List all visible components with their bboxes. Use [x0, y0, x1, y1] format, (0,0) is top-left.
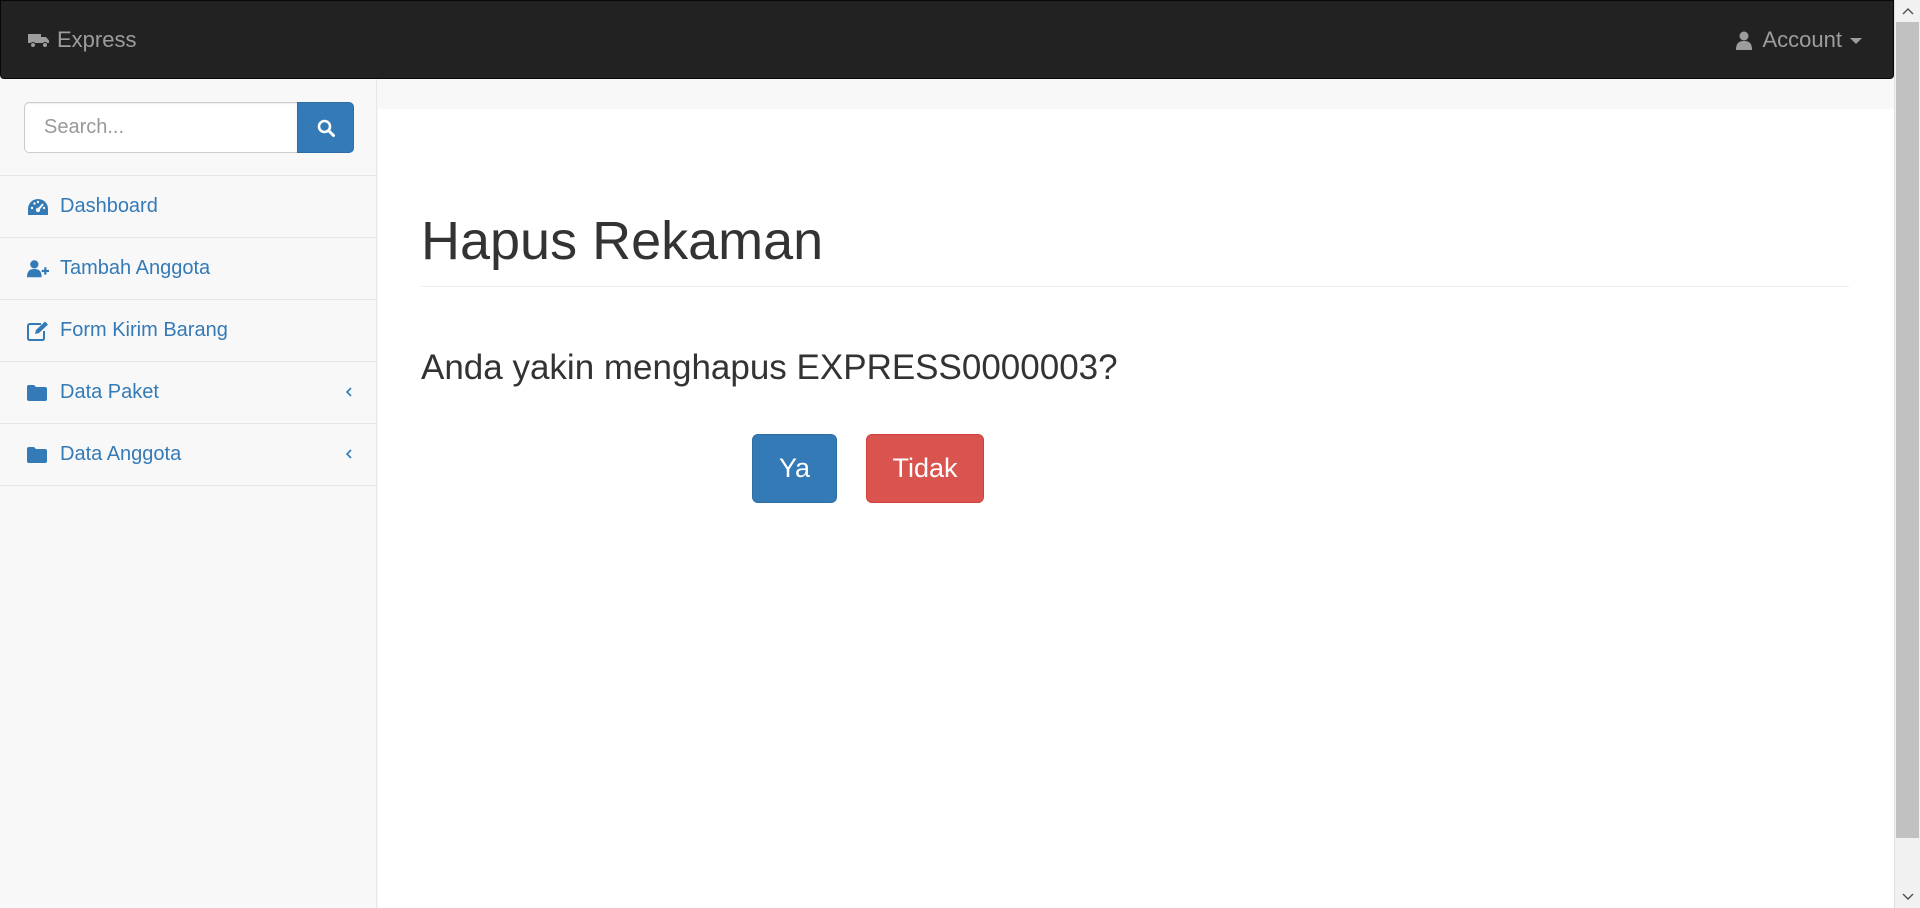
- confirm-no-button[interactable]: Tidak: [866, 434, 984, 503]
- edit-icon: [27, 321, 49, 341]
- search-button[interactable]: [297, 102, 354, 153]
- dashboard-icon: [27, 197, 49, 217]
- sidebar-search: [24, 102, 354, 153]
- account-dropdown[interactable]: Account: [1735, 27, 1862, 53]
- sidebar-item-data-paket[interactable]: Data Paket: [0, 362, 377, 424]
- vertical-scrollbar[interactable]: [1894, 0, 1920, 908]
- sidebar-item-tambah-anggota[interactable]: Tambah Anggota: [0, 238, 377, 300]
- sidebar-item-label: Data Anggota: [60, 443, 182, 465]
- sidebar-item-label: Dashboard: [60, 195, 158, 217]
- user-icon: [1735, 31, 1752, 50]
- scroll-down-arrow-icon[interactable]: [1895, 886, 1920, 908]
- search-input[interactable]: [24, 102, 297, 153]
- page-title: Hapus Rekaman: [421, 211, 824, 271]
- user-plus-icon: [27, 259, 49, 279]
- sidebar-item-label: Tambah Anggota: [60, 257, 211, 279]
- chevron-left-icon: [345, 387, 352, 397]
- delete-confirmation-text: Anda yakin menghapus EXPRESS0000003?: [421, 348, 1118, 387]
- chevron-left-icon: [345, 449, 352, 459]
- scroll-up-arrow-icon[interactable]: [1895, 0, 1920, 22]
- title-divider: [421, 286, 1849, 287]
- caret-down-icon: [1850, 38, 1862, 44]
- main-content: Hapus Rekaman Anda yakin menghapus EXPRE…: [378, 109, 1894, 908]
- sidebar-menu: Dashboard Tambah Anggota Form Kirim Bara…: [0, 175, 377, 486]
- sidebar-item-dashboard[interactable]: Dashboard: [0, 176, 377, 238]
- brand-link[interactable]: Express: [28, 27, 136, 53]
- sidebar-item-data-anggota[interactable]: Data Anggota: [0, 424, 377, 486]
- sidebar-item-label: Form Kirim Barang: [60, 319, 228, 341]
- account-label: Account: [1762, 27, 1843, 52]
- sidebar: Dashboard Tambah Anggota Form Kirim: [0, 79, 377, 908]
- search-icon: [317, 119, 335, 137]
- top-navbar: Express Account: [0, 0, 1894, 79]
- confirm-yes-button[interactable]: Ya: [752, 434, 837, 503]
- scrollbar-thumb[interactable]: [1896, 22, 1919, 838]
- sidebar-item-form-kirim-barang[interactable]: Form Kirim Barang: [0, 300, 377, 362]
- folder-icon: [27, 383, 49, 403]
- truck-icon: [28, 34, 49, 48]
- sidebar-item-label: Data Paket: [60, 381, 159, 403]
- folder-icon: [27, 445, 49, 465]
- brand-label: Express: [57, 27, 137, 52]
